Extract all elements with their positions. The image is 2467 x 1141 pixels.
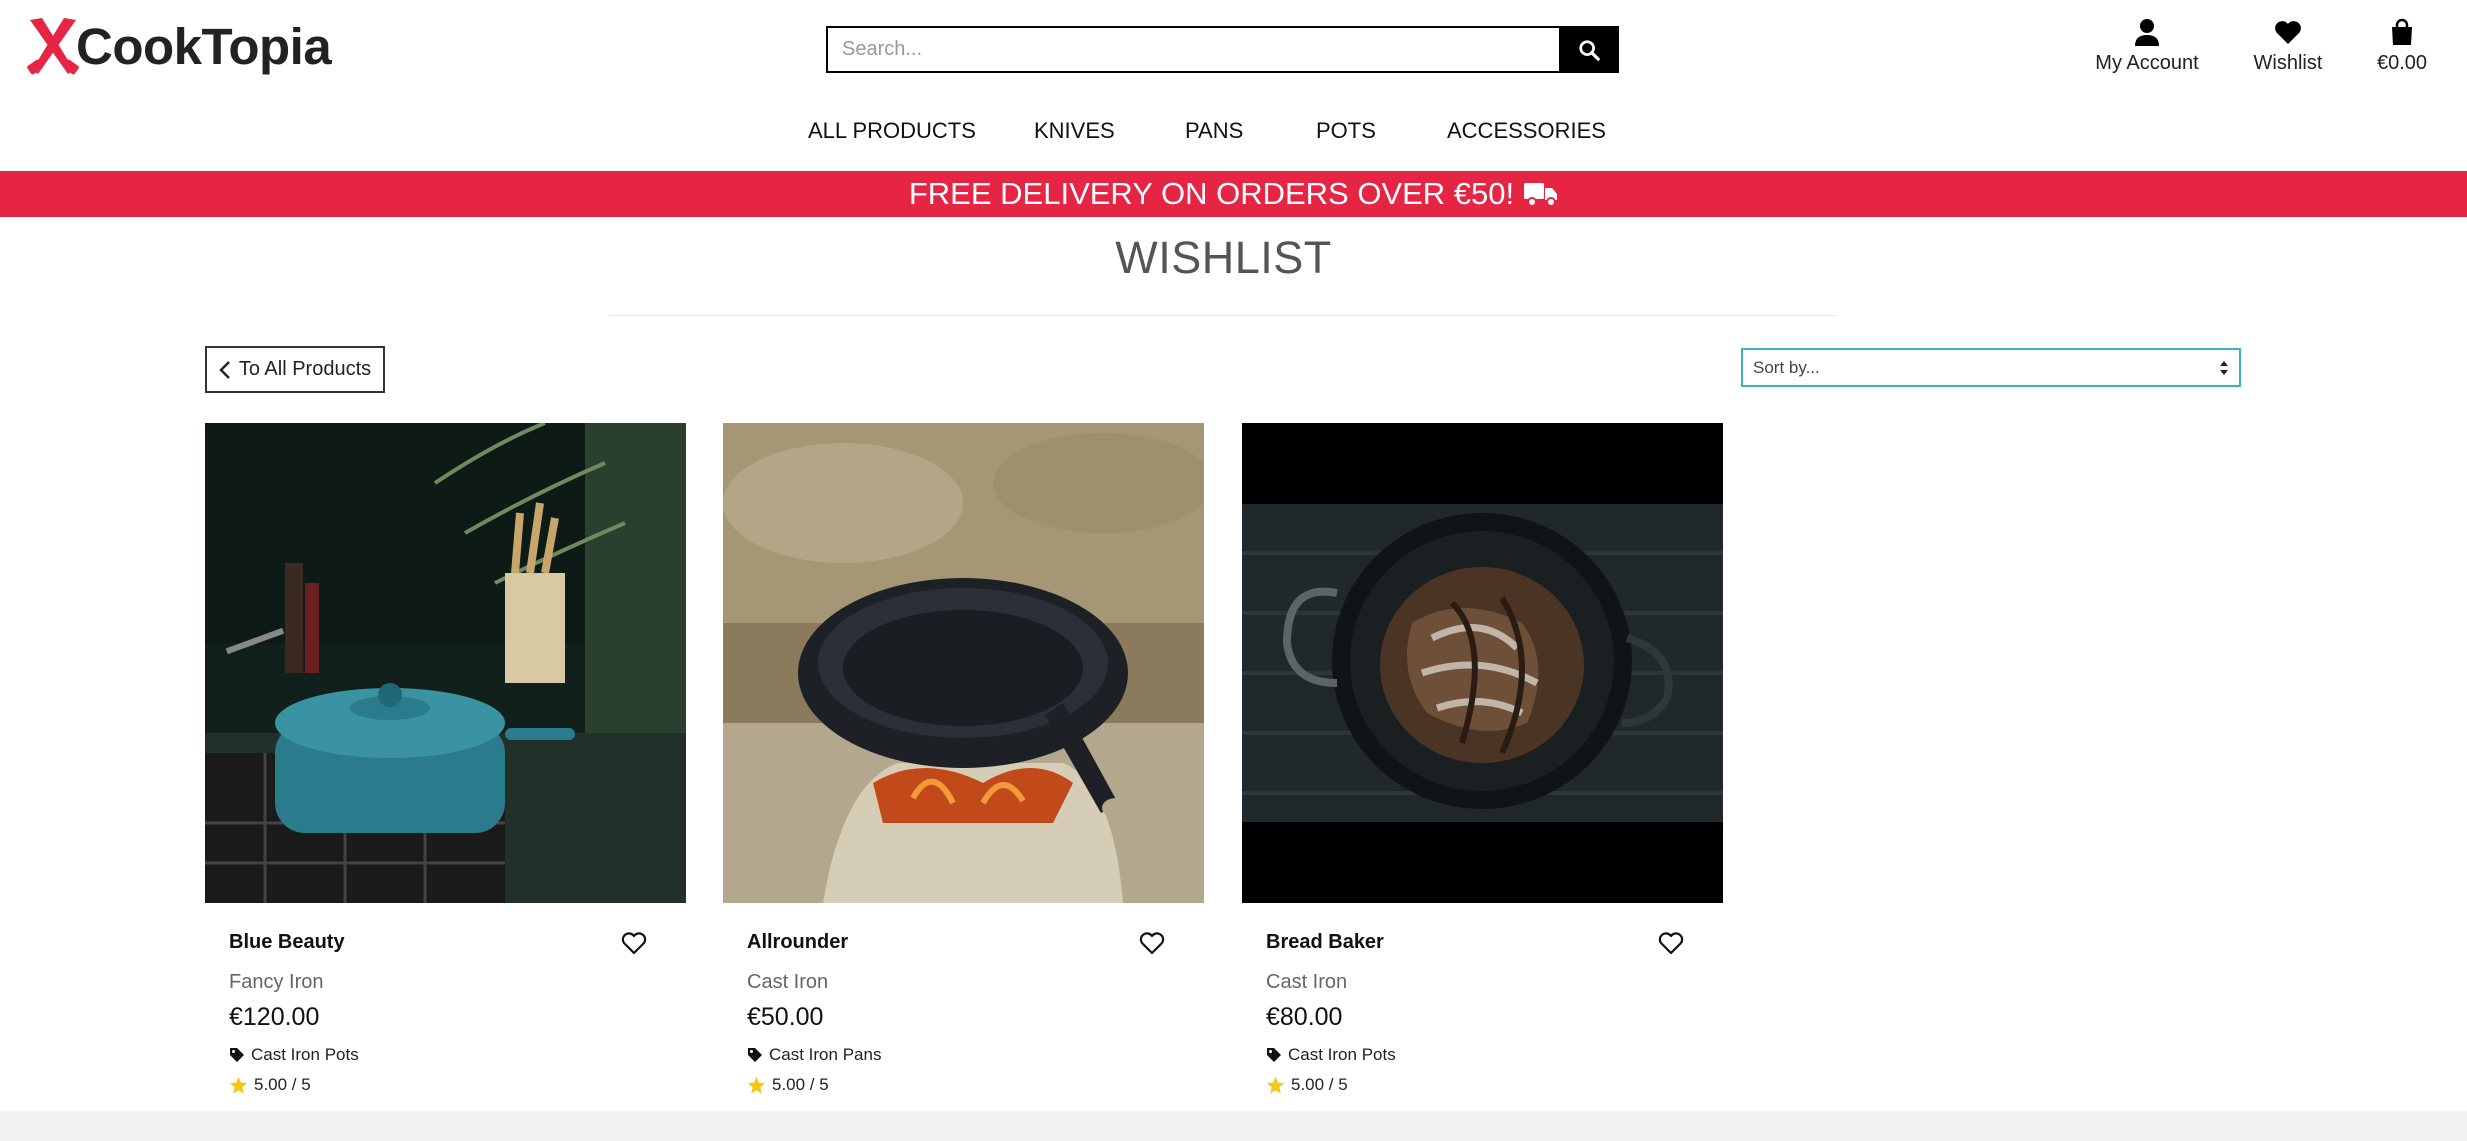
nav-accessories[interactable]: ACCESSORIES <box>1447 118 1606 144</box>
product-category-link[interactable]: Cast Iron Pots <box>1266 1045 1396 1065</box>
bag-total: €0.00 <box>2376 52 2428 74</box>
brand-logo[interactable]: CookTopia <box>24 14 332 78</box>
banner-text: FREE DELIVERY ON ORDERS OVER €50! <box>908 176 1515 211</box>
product-image[interactable] <box>205 423 686 903</box>
search-button[interactable] <box>1559 26 1619 73</box>
product-brand: Cast Iron <box>747 971 829 993</box>
product-category-link[interactable]: Cast Iron Pans <box>747 1045 881 1065</box>
product-image[interactable] <box>723 423 1204 903</box>
wishlist-heart-icon[interactable] <box>1139 931 1165 955</box>
product-name[interactable]: Bread Baker <box>1266 931 1384 954</box>
free-delivery-banner: FREE DELIVERY ON ORDERS OVER €50! <box>0 171 2467 217</box>
product-price: €50.00 <box>747 1003 824 1031</box>
product-info: Blue Beauty Fancy Iron €120.00 Cast Iron… <box>205 903 686 1103</box>
product-card: Blue Beauty Fancy Iron €120.00 Cast Iron… <box>205 423 686 1103</box>
wishlist-label: Wishlist <box>2253 52 2323 74</box>
search-icon <box>1579 39 1600 61</box>
nav-knives[interactable]: KNIVES <box>1034 118 1115 144</box>
heart-icon <box>2275 21 2301 44</box>
main-nav: ALL PRODUCTS KNIVES PANS POTS ACCESSORIE… <box>0 118 2467 154</box>
my-account-link[interactable]: My Account <box>2088 18 2206 75</box>
product-card: Allrounder Cast Iron €50.00 Cast Iron Pa… <box>723 423 1204 1103</box>
product-name[interactable]: Blue Beauty <box>229 931 345 954</box>
nav-all-products[interactable]: ALL PRODUCTS <box>808 118 976 144</box>
product-image[interactable] <box>1242 423 1723 903</box>
product-rating: 5.00 / 5 <box>1266 1075 1348 1095</box>
product-rating-value: 5.00 / 5 <box>254 1075 311 1094</box>
product-card: Bread Baker Cast Iron €80.00 Cast Iron P… <box>1242 423 1723 1103</box>
product-rating: 5.00 / 5 <box>229 1075 311 1095</box>
star-icon <box>229 1076 248 1094</box>
product-brand: Cast Iron <box>1266 971 1348 993</box>
chevron-left-icon <box>219 360 230 379</box>
site-header: CookTopia My Account Wishlist €0.00 A <box>0 0 2467 170</box>
product-price: €120.00 <box>229 1003 320 1031</box>
shopping-bag-link[interactable]: €0.00 <box>2370 18 2434 75</box>
star-icon <box>747 1076 766 1094</box>
star-icon <box>1266 1076 1285 1094</box>
sort-select[interactable]: Sort by... <box>1741 348 2241 387</box>
product-category: Cast Iron Pots <box>1288 1045 1396 1064</box>
wishlist-heart-icon[interactable] <box>1658 931 1684 955</box>
tag-icon <box>230 1048 244 1062</box>
tag-icon <box>1267 1048 1281 1062</box>
product-info: Bread Baker Cast Iron €80.00 Cast Iron P… <box>1242 903 1723 1103</box>
product-rating: 5.00 / 5 <box>747 1075 829 1095</box>
product-rating-value: 5.00 / 5 <box>772 1075 829 1094</box>
sort-select-value: Sort by... <box>1753 357 1820 377</box>
product-name[interactable]: Allrounder <box>747 931 848 954</box>
product-category-link[interactable]: Cast Iron Pots <box>229 1045 359 1065</box>
wishlist-link[interactable]: Wishlist <box>2248 18 2328 75</box>
product-category: Cast Iron Pans <box>769 1045 882 1064</box>
product-price: €80.00 <box>1266 1003 1343 1031</box>
nav-pots[interactable]: POTS <box>1316 118 1376 144</box>
product-rating-value: 5.00 / 5 <box>1291 1075 1348 1094</box>
title-divider <box>609 315 1836 316</box>
tag-icon <box>748 1048 762 1062</box>
footer-strip <box>0 1111 2467 1141</box>
my-account-label: My Account <box>2095 52 2199 74</box>
brand-name: CookTopia <box>76 17 332 75</box>
page-title: WISHLIST <box>1115 232 1332 283</box>
product-brand: Fancy Iron <box>229 971 324 993</box>
truck-icon <box>1524 182 1558 207</box>
nav-pans[interactable]: PANS <box>1185 118 1243 144</box>
to-all-products-button[interactable]: To All Products <box>205 346 385 393</box>
search-bar <box>826 26 1619 73</box>
to-all-products-label: To All Products <box>238 358 372 380</box>
sort-arrows-icon <box>2220 360 2228 375</box>
wishlist-heart-icon[interactable] <box>621 931 647 955</box>
product-info: Allrounder Cast Iron €50.00 Cast Iron Pa… <box>723 903 1204 1103</box>
shopping-bag-icon <box>2392 18 2412 45</box>
product-category: Cast Iron Pots <box>251 1045 359 1064</box>
user-icon <box>2135 19 2159 46</box>
crossed-knives-icon <box>27 18 79 75</box>
search-input[interactable] <box>826 26 1559 73</box>
